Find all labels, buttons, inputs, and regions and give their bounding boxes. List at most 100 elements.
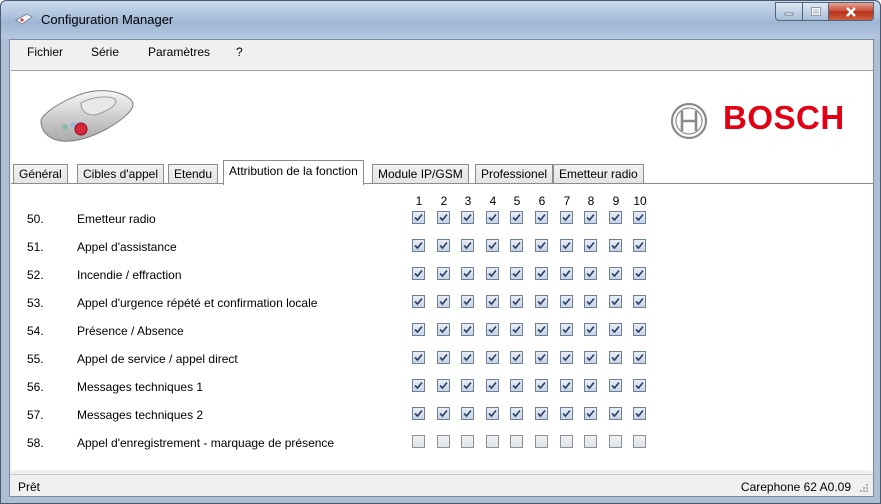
function-checkbox[interactable]	[437, 295, 450, 308]
function-checkbox[interactable]	[609, 379, 622, 392]
function-checkbox[interactable]	[535, 211, 548, 224]
function-checkbox[interactable]	[412, 407, 425, 420]
function-checkbox[interactable]	[633, 295, 646, 308]
function-checkbox[interactable]	[437, 379, 450, 392]
function-checkbox[interactable]	[535, 267, 548, 280]
tab-attribution-fonction[interactable]: Attribution de la fonction	[223, 160, 364, 185]
function-checkbox[interactable]	[584, 211, 597, 224]
tab-emetteur-radio[interactable]: Emetteur radio	[553, 164, 644, 184]
function-checkbox[interactable]	[510, 323, 523, 336]
function-checkbox[interactable]	[461, 435, 474, 448]
function-checkbox[interactable]	[510, 211, 523, 224]
function-checkbox[interactable]	[437, 211, 450, 224]
function-checkbox[interactable]	[437, 267, 450, 280]
function-checkbox[interactable]	[535, 435, 548, 448]
function-checkbox[interactable]	[461, 351, 474, 364]
menu-fichier[interactable]: Fichier	[27, 45, 63, 59]
function-checkbox[interactable]	[535, 407, 548, 420]
function-checkbox[interactable]	[412, 379, 425, 392]
function-checkbox[interactable]	[461, 379, 474, 392]
function-checkbox[interactable]	[633, 323, 646, 336]
function-checkbox[interactable]	[486, 379, 499, 392]
function-checkbox[interactable]	[437, 351, 450, 364]
function-checkbox[interactable]	[633, 351, 646, 364]
function-checkbox[interactable]	[461, 239, 474, 252]
function-checkbox[interactable]	[560, 239, 573, 252]
function-checkbox[interactable]	[560, 407, 573, 420]
function-checkbox[interactable]	[609, 239, 622, 252]
function-checkbox[interactable]	[437, 435, 450, 448]
function-checkbox[interactable]	[584, 267, 597, 280]
function-checkbox[interactable]	[510, 407, 523, 420]
function-checkbox[interactable]	[535, 239, 548, 252]
menu-serie[interactable]: Série	[91, 45, 119, 59]
function-checkbox[interactable]	[584, 379, 597, 392]
function-checkbox[interactable]	[609, 435, 622, 448]
function-checkbox[interactable]	[510, 351, 523, 364]
function-checkbox[interactable]	[486, 323, 499, 336]
function-checkbox[interactable]	[560, 323, 573, 336]
function-checkbox[interactable]	[461, 267, 474, 280]
menu-help[interactable]: ?	[236, 45, 243, 59]
function-checkbox[interactable]	[461, 407, 474, 420]
function-checkbox[interactable]	[510, 379, 523, 392]
function-checkbox[interactable]	[633, 211, 646, 224]
function-checkbox[interactable]	[461, 295, 474, 308]
function-checkbox[interactable]	[486, 239, 499, 252]
function-checkbox[interactable]	[437, 239, 450, 252]
function-checkbox[interactable]	[486, 351, 499, 364]
function-checkbox[interactable]	[584, 407, 597, 420]
function-checkbox[interactable]	[412, 295, 425, 308]
function-checkbox[interactable]	[510, 435, 523, 448]
function-checkbox[interactable]	[437, 407, 450, 420]
function-checkbox[interactable]	[486, 211, 499, 224]
function-checkbox[interactable]	[633, 407, 646, 420]
function-checkbox[interactable]	[412, 211, 425, 224]
function-checkbox[interactable]	[412, 267, 425, 280]
function-checkbox[interactable]	[560, 379, 573, 392]
function-checkbox[interactable]	[609, 295, 622, 308]
function-checkbox[interactable]	[535, 351, 548, 364]
function-checkbox[interactable]	[560, 211, 573, 224]
tab-etendu[interactable]: Etendu	[168, 164, 219, 184]
close-button[interactable]	[828, 2, 874, 21]
function-checkbox[interactable]	[535, 295, 548, 308]
function-checkbox[interactable]	[584, 295, 597, 308]
function-checkbox[interactable]	[486, 267, 499, 280]
function-checkbox[interactable]	[609, 267, 622, 280]
function-checkbox[interactable]	[560, 351, 573, 364]
tab-professionel[interactable]: Professionel	[475, 164, 554, 184]
function-checkbox[interactable]	[412, 323, 425, 336]
function-checkbox[interactable]	[486, 295, 499, 308]
function-checkbox[interactable]	[584, 435, 597, 448]
function-checkbox[interactable]	[584, 323, 597, 336]
function-checkbox[interactable]	[461, 323, 474, 336]
function-checkbox[interactable]	[486, 407, 499, 420]
function-checkbox[interactable]	[412, 435, 425, 448]
function-checkbox[interactable]	[609, 407, 622, 420]
function-checkbox[interactable]	[486, 435, 499, 448]
function-checkbox[interactable]	[535, 323, 548, 336]
function-checkbox[interactable]	[633, 239, 646, 252]
function-checkbox[interactable]	[609, 351, 622, 364]
function-checkbox[interactable]	[510, 267, 523, 280]
function-checkbox[interactable]	[560, 435, 573, 448]
tab-cibles-appel[interactable]: Cibles d'appel	[77, 164, 165, 184]
function-checkbox[interactable]	[609, 211, 622, 224]
function-checkbox[interactable]	[510, 239, 523, 252]
function-checkbox[interactable]	[584, 239, 597, 252]
function-checkbox[interactable]	[412, 351, 425, 364]
resize-grip-icon[interactable]	[859, 483, 869, 493]
function-checkbox[interactable]	[510, 295, 523, 308]
function-checkbox[interactable]	[535, 379, 548, 392]
function-checkbox[interactable]	[461, 211, 474, 224]
tab-general[interactable]: Général	[13, 164, 68, 184]
maximize-button[interactable]	[802, 2, 828, 21]
menu-parametres[interactable]: Paramètres	[148, 45, 210, 59]
function-checkbox[interactable]	[633, 435, 646, 448]
function-checkbox[interactable]	[560, 295, 573, 308]
function-checkbox[interactable]	[437, 323, 450, 336]
function-checkbox[interactable]	[560, 267, 573, 280]
function-checkbox[interactable]	[584, 351, 597, 364]
title-bar[interactable]: Configuration Manager	[1, 1, 880, 39]
